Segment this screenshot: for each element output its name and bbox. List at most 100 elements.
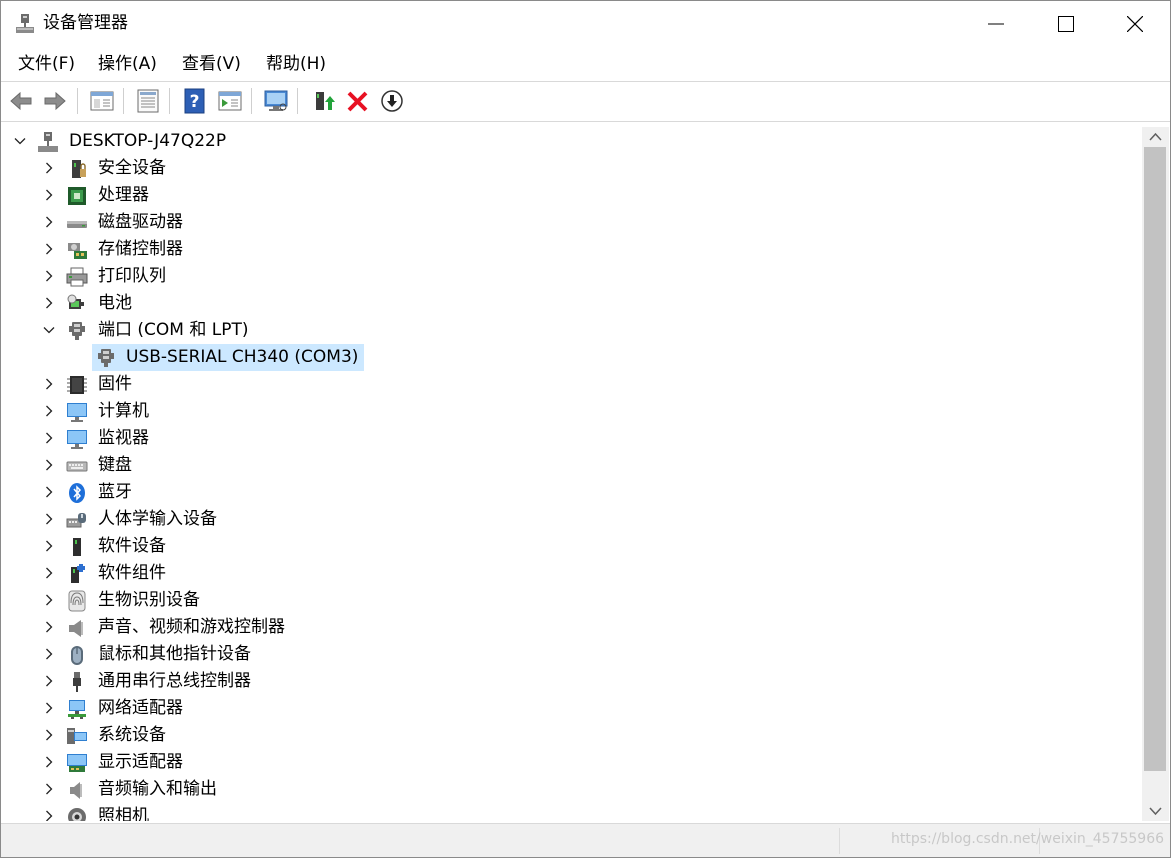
chevron-right-icon[interactable]: [43, 810, 55, 821]
printer-icon: [66, 267, 88, 287]
tree-category[interactable]: 声音、视频和游戏控制器: [5, 614, 1135, 641]
toolbar-separator: [251, 88, 252, 114]
tree-category[interactable]: 端口 (COM 和 LPT): [5, 317, 1135, 344]
properties-icon: [137, 89, 159, 113]
device-label: USB-SERIAL CH340 (COM3): [126, 347, 359, 367]
chevron-right-icon[interactable]: [43, 405, 55, 417]
tree-category[interactable]: 打印队列: [5, 263, 1135, 290]
usb-icon: [73, 672, 81, 692]
chevron-right-icon[interactable]: [43, 162, 55, 174]
scroll-thumb[interactable]: [1144, 147, 1166, 771]
category-label: 打印队列: [98, 266, 166, 286]
chevron-right-icon[interactable]: [43, 729, 55, 741]
tree-category[interactable]: 软件组件: [5, 560, 1135, 587]
help-icon: ?: [184, 88, 205, 114]
category-label: 蓝牙: [98, 482, 132, 502]
menu-view[interactable]: 查看(V): [181, 52, 242, 76]
tree-category[interactable]: 生物识别设备: [5, 587, 1135, 614]
menu-file[interactable]: 文件(F): [17, 52, 76, 76]
tree-category[interactable]: 键盘: [5, 452, 1135, 479]
firmware-icon: [67, 376, 87, 394]
chevron-right-icon[interactable]: [43, 459, 55, 471]
toolbar: ?: [1, 82, 1170, 120]
scan-hardware-button[interactable]: [263, 88, 289, 114]
close-button[interactable]: [1100, 1, 1170, 47]
tree-category[interactable]: 蓝牙: [5, 479, 1135, 506]
minimize-button[interactable]: [961, 1, 1031, 47]
scroll-up-button[interactable]: [1142, 127, 1169, 147]
chevron-right-icon[interactable]: [43, 486, 55, 498]
back-arrow-icon: [10, 91, 32, 111]
disable-device-button[interactable]: [379, 88, 405, 114]
menu-help[interactable]: 帮助(H): [265, 52, 327, 76]
chevron-right-icon[interactable]: [43, 297, 55, 309]
tree-category[interactable]: 磁盘驱动器: [5, 209, 1135, 236]
chevron-right-icon[interactable]: [43, 783, 55, 795]
maximize-icon: [1058, 16, 1074, 32]
update-driver-button[interactable]: [310, 88, 336, 114]
tree-category[interactable]: 固件: [5, 371, 1135, 398]
chevron-right-icon[interactable]: [43, 216, 55, 228]
chevron-right-icon[interactable]: [43, 621, 55, 633]
chevron-right-icon[interactable]: [43, 675, 55, 687]
tree-category[interactable]: 鼠标和其他指针设备: [5, 641, 1135, 668]
properties-button[interactable]: [135, 88, 161, 114]
device-tree[interactable]: DESKTOP-J47Q22P 安全设备 处理器 磁盘驱动器 存储控制器打印队列电池端…: [5, 127, 1141, 821]
tree-category[interactable]: 音频输入和输出: [5, 776, 1135, 803]
chevron-right-icon[interactable]: [43, 702, 55, 714]
tree-category[interactable]: 显示适配器: [5, 749, 1135, 776]
tree-category[interactable]: 计算机: [5, 398, 1135, 425]
chevron-right-icon[interactable]: [43, 567, 55, 579]
maximize-button[interactable]: [1031, 1, 1101, 47]
chevron-right-icon[interactable]: [43, 513, 55, 525]
chevron-right-icon[interactable]: [43, 540, 55, 552]
chevron-down-icon[interactable]: [14, 135, 26, 147]
chevron-right-icon[interactable]: [43, 189, 55, 201]
toolbar-separator: [297, 88, 298, 114]
chevron-right-icon[interactable]: [43, 432, 55, 444]
back-button[interactable]: [8, 88, 34, 114]
vertical-scrollbar[interactable]: [1142, 127, 1169, 821]
disk-drive-icon: [67, 221, 87, 228]
system-device-icon: [67, 728, 87, 744]
tree-category[interactable]: 监视器: [5, 425, 1135, 452]
tree-category[interactable]: 安全设备: [5, 155, 1135, 182]
hid-icon: [66, 513, 86, 528]
chevron-down-icon[interactable]: [43, 324, 55, 336]
title-bar[interactable]: 设备管理器: [1, 1, 1170, 47]
chevron-right-icon[interactable]: [43, 648, 55, 660]
menu-action[interactable]: 操作(A): [97, 52, 158, 76]
tree-category[interactable]: 网络适配器: [5, 695, 1135, 722]
computer-icon: [38, 132, 58, 152]
tree-category[interactable]: 系统设备: [5, 722, 1135, 749]
toolbar-divider: [1, 121, 1170, 122]
show-hide-tree-button[interactable]: [89, 88, 115, 114]
forward-button[interactable]: [42, 88, 68, 114]
tree-category[interactable]: 存储控制器: [5, 236, 1135, 263]
uninstall-device-button[interactable]: [345, 88, 371, 114]
category-label: 声音、视频和游戏控制器: [98, 617, 285, 637]
forward-arrow-icon: [44, 91, 66, 111]
audio-io-icon: [70, 782, 82, 799]
tree-category[interactable]: 人体学输入设备: [5, 506, 1135, 533]
category-label: 显示适配器: [98, 752, 183, 772]
chevron-right-icon[interactable]: [43, 270, 55, 282]
category-label: 鼠标和其他指针设备: [98, 644, 251, 664]
tree-category[interactable]: 通用串行总线控制器: [5, 668, 1135, 695]
scroll-down-button[interactable]: [1142, 801, 1169, 821]
chevron-right-icon[interactable]: [43, 756, 55, 768]
chevron-right-icon[interactable]: [43, 378, 55, 390]
help-button[interactable]: ?: [182, 88, 208, 114]
category-label: 照相机: [98, 806, 149, 821]
tree-device-item[interactable]: USB-SERIAL CH340 (COM3): [5, 344, 1135, 371]
run-action-button[interactable]: [217, 88, 243, 114]
show-hide-tree-icon: [90, 91, 114, 111]
tree-category[interactable]: 处理器: [5, 182, 1135, 209]
tree-category[interactable]: 电池: [5, 290, 1135, 317]
tree-root[interactable]: DESKTOP-J47Q22P: [5, 128, 1135, 155]
category-label: 生物识别设备: [98, 590, 200, 610]
chevron-right-icon[interactable]: [43, 243, 55, 255]
tree-category[interactable]: 照相机: [5, 803, 1135, 821]
tree-category[interactable]: 软件设备: [5, 533, 1135, 560]
chevron-right-icon[interactable]: [43, 594, 55, 606]
